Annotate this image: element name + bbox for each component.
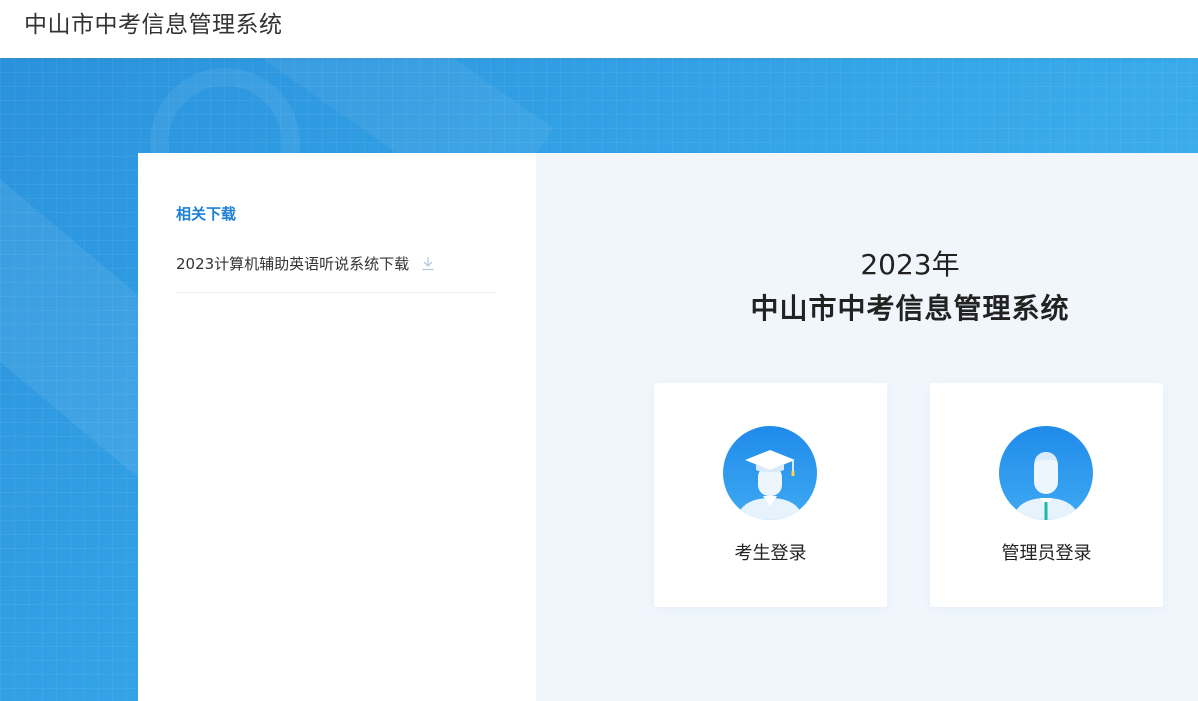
download-link[interactable]: 2023计算机辅助英语听说系统下载 xyxy=(176,255,496,293)
admin-login-card[interactable]: 管理员登录 xyxy=(930,383,1163,607)
student-login-label: 考生登录 xyxy=(734,543,807,564)
admin-avatar-icon xyxy=(999,426,1093,520)
system-year: 2023年 xyxy=(860,248,960,281)
login-area: 2023年 中山市中考信息管理系统 考生登录 管理员登录 xyxy=(536,153,1198,701)
admin-login-label: 管理员登录 xyxy=(1001,543,1092,564)
system-name: 中山市中考信息管理系统 xyxy=(750,292,1070,325)
download-icon[interactable] xyxy=(421,256,435,275)
top-bar: 中山市中考信息管理系统 xyxy=(0,0,1198,58)
login-panel: 相关下载 2023计算机辅助英语听说系统下载 2023年 中山市中考信息管理系统 xyxy=(138,153,1198,701)
graduate-avatar-icon xyxy=(723,426,817,520)
downloads-heading: 相关下载 xyxy=(176,205,237,223)
site-title: 中山市中考信息管理系统 xyxy=(24,12,283,38)
student-login-card[interactable]: 考生登录 xyxy=(654,383,887,607)
download-link-label: 2023计算机辅助英语听说系统下载 xyxy=(176,255,410,273)
downloads-section: 相关下载 2023计算机辅助英语听说系统下载 xyxy=(138,153,536,701)
